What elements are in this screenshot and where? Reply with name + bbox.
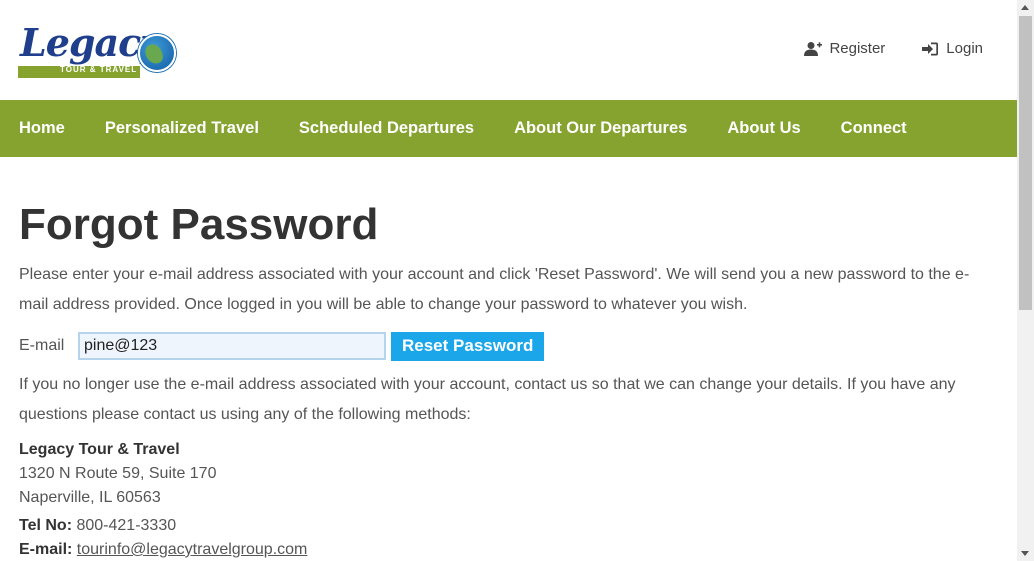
contact-email-link[interactable]: tourinfo@legacytravelgroup.com xyxy=(77,541,308,558)
user-plus-icon xyxy=(804,41,823,56)
nav-item-about-our-departures[interactable]: About Our Departures xyxy=(514,119,687,138)
nav-item-home[interactable]: Home xyxy=(19,119,65,138)
main-content: Forgot Password Please enter your e-mail… xyxy=(19,197,994,561)
scroll-down-icon[interactable] xyxy=(1021,551,1029,556)
nav-item-scheduled-departures[interactable]: Scheduled Departures xyxy=(299,119,474,138)
email-label: E-mail xyxy=(19,337,65,354)
login-label: Login xyxy=(946,40,983,57)
nav-item-about-us[interactable]: About Us xyxy=(727,119,800,138)
phone-line: Tel No: 800-421-3330 xyxy=(19,514,994,538)
email-input[interactable] xyxy=(78,332,386,360)
scroll-up-icon[interactable] xyxy=(1021,5,1029,10)
intro-text: Please enter your e-mail address associa… xyxy=(19,266,970,313)
reset-password-button[interactable]: Reset Password xyxy=(391,331,545,361)
legacy-logo[interactable]: Legacy TOUR & TRAVEL xyxy=(18,18,176,82)
logo-subtitle: TOUR & TRAVEL xyxy=(60,65,138,74)
register-label: Register xyxy=(829,40,886,57)
help-text: If you no longer use the e-mail address … xyxy=(19,376,956,423)
contact-address: Legacy Tour & Travel 1320 N Route 59, Su… xyxy=(19,438,994,510)
email-line: E-mail: tourinfo@legacytravelgroup.com xyxy=(19,538,994,561)
contact-email-label: E-mail: xyxy=(19,541,73,558)
tel-label: Tel No: xyxy=(19,517,73,534)
globe-icon xyxy=(138,34,176,72)
scroll-thumb[interactable] xyxy=(1019,16,1032,310)
main-nav: Home Personalized Travel Scheduled Depar… xyxy=(0,100,1017,157)
address-line-2: Naperville, IL 60563 xyxy=(19,489,161,506)
nav-item-personalized-travel[interactable]: Personalized Travel xyxy=(105,119,259,138)
register-link[interactable]: Register xyxy=(804,40,885,57)
address-line-1: 1320 N Route 59, Suite 170 xyxy=(19,465,217,482)
sign-in-icon xyxy=(922,42,939,55)
company-name: Legacy Tour & Travel xyxy=(19,441,180,458)
tel-number: 800-421-3330 xyxy=(76,517,177,534)
page-title: Forgot Password xyxy=(19,200,379,249)
reset-form: E-mail Reset Password xyxy=(19,331,994,361)
scrollbar[interactable] xyxy=(1017,0,1034,561)
account-links: Register Login xyxy=(804,40,983,57)
login-link[interactable]: Login xyxy=(921,40,983,57)
nav-item-connect[interactable]: Connect xyxy=(841,119,907,138)
site-header: Legacy TOUR & TRAVEL Register Login xyxy=(0,0,1017,100)
